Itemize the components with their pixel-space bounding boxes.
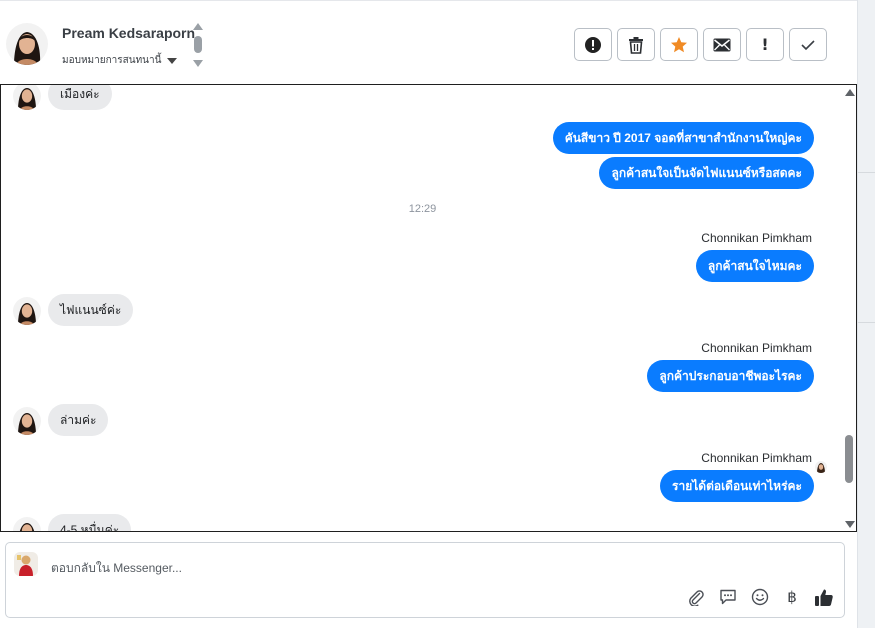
outgoing-message: ลูกค้าประกอบอาชีพอะไรคะ [647, 360, 814, 392]
alert-circle-icon [585, 36, 601, 53]
mark-important-button[interactable]: ! [746, 28, 784, 61]
emoji-button[interactable] [750, 587, 770, 607]
scroll-thumb[interactable] [845, 435, 853, 483]
scroll-thumb[interactable] [194, 36, 202, 53]
conversation-header: Pream Kedsaraporn มอบหมายการสนทนานี้ ! [0, 0, 857, 84]
report-spam-button[interactable] [574, 28, 612, 61]
page-avatar [14, 552, 38, 576]
timestamp: 12:29 [408, 203, 437, 215]
chat-bubble-icon [720, 589, 736, 605]
contact-avatar [13, 85, 41, 110]
attach-button[interactable] [686, 587, 706, 607]
trash-icon [629, 36, 643, 54]
mark-unread-button[interactable] [703, 28, 741, 61]
star-button[interactable] [660, 28, 698, 61]
reply-composer[interactable]: ตอบกลับใน Messenger... ฿ [5, 542, 845, 618]
contact-name: Pream Kedsaraporn [62, 25, 196, 41]
divider [858, 322, 875, 323]
star-icon [671, 36, 687, 52]
delete-button[interactable] [617, 28, 655, 61]
contact-avatar[interactable] [6, 23, 48, 65]
composer-tools: ฿ [686, 587, 834, 607]
paperclip-icon [689, 590, 704, 606]
scroll-down-icon[interactable] [845, 521, 855, 528]
scroll-down-icon[interactable] [193, 60, 203, 67]
thumbs-up-icon [815, 589, 833, 606]
seen-receipt-avatar [815, 461, 827, 473]
right-panel-edge [857, 0, 875, 628]
header-scrollbar[interactable] [192, 23, 204, 69]
payment-button[interactable]: ฿ [782, 587, 802, 607]
baht-icon: ฿ [787, 588, 797, 606]
outgoing-message: ลูกค้าสนใจเป็นจัดไฟแนนซ์หรือสดคะ [599, 157, 814, 189]
sender-name: Chonnikan Pimkham [701, 451, 812, 465]
messenger-inbox: Pream Kedsaraporn มอบหมายการสนทนานี้ ! เ… [0, 0, 875, 628]
scroll-up-icon[interactable] [193, 23, 203, 30]
incoming-message: ล่ามค่ะ [48, 404, 109, 436]
assign-label: มอบหมายการสนทนานี้ [62, 55, 162, 66]
sender-name: Chonnikan Pimkham [701, 341, 812, 355]
saved-replies-button[interactable] [718, 587, 738, 607]
contact-avatar [13, 517, 41, 531]
like-button[interactable] [814, 587, 834, 607]
incoming-message: ไฟแนนซ์ค่ะ [48, 294, 134, 326]
contact-avatar [13, 297, 41, 325]
assign-conversation-dropdown[interactable]: มอบหมายการสนทนานี้ [62, 53, 178, 68]
conversation-actions: ! [574, 28, 827, 61]
contact-avatar [13, 407, 41, 435]
envelope-icon [713, 38, 731, 51]
smiley-icon [751, 588, 769, 606]
incoming-message: เมืองค่ะ [48, 85, 112, 110]
message-thread[interactable]: เมืองค่ะ คันสีขาว ปี 2017 จอดที่สาขาสำนั… [0, 84, 857, 532]
mark-done-button[interactable] [789, 28, 827, 61]
reply-input[interactable]: ตอบกลับใน Messenger... [51, 559, 182, 578]
outgoing-message: คันสีขาว ปี 2017 จอดที่สาขาสำนักงานใหญ่ค… [552, 122, 814, 154]
sender-name: Chonnikan Pimkham [701, 231, 812, 245]
outgoing-message: ลูกค้าสนใจไหมคะ [695, 250, 814, 282]
divider [858, 172, 875, 173]
thread-scrollbar[interactable] [842, 85, 856, 531]
incoming-message: 4-5 หมื่นค่ะ [48, 514, 132, 531]
scroll-up-icon[interactable] [845, 89, 855, 96]
exclamation-icon: ! [761, 35, 769, 54]
outgoing-message: รายได้ต่อเดือนเท่าไหร่คะ [660, 470, 814, 502]
check-icon [801, 39, 815, 50]
chevron-down-icon [167, 57, 178, 64]
